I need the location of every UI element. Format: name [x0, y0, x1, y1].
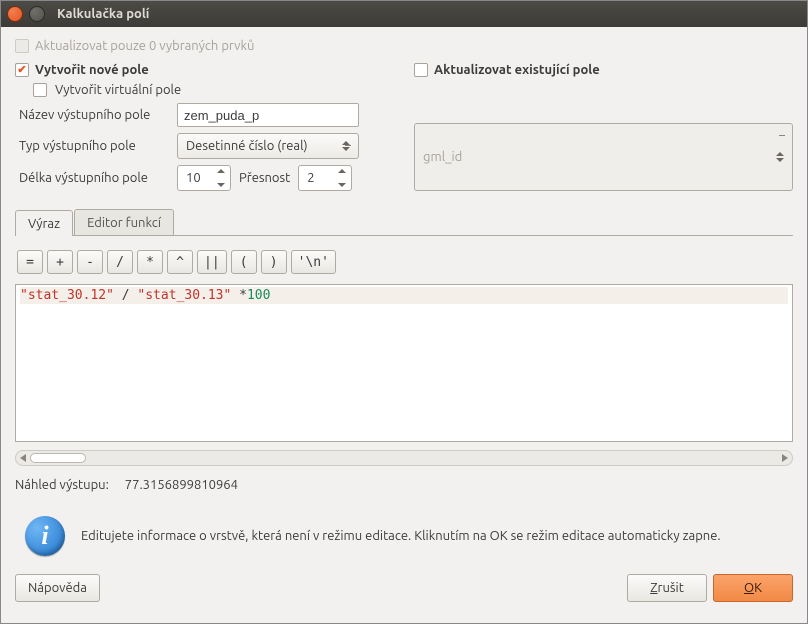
tabbar: Výraz Editor funkcí: [15, 209, 793, 236]
create-field-label: Vytvořit nové pole: [35, 63, 149, 77]
scroll-left-icon[interactable]: [20, 454, 26, 462]
op-lparen[interactable]: (: [231, 250, 257, 274]
update-existing-checkbox[interactable]: [414, 63, 428, 77]
virtual-row[interactable]: Vytvořit virtuální pole: [33, 83, 394, 97]
type-combo[interactable]: Desetinné číslo (real): [177, 133, 359, 159]
precision-value: 2: [307, 171, 314, 185]
info-icon: i: [25, 516, 65, 556]
scroll-right-icon[interactable]: [782, 454, 788, 462]
create-field-checkbox[interactable]: [15, 63, 29, 77]
update-existing-label: Aktualizovat existující pole: [434, 63, 600, 77]
op-newline[interactable]: '\n': [291, 250, 336, 274]
preview-value: 77.3156899810964: [125, 478, 238, 492]
existing-field-combo: gml_id: [414, 123, 793, 191]
content: Aktualizovat pouze 0 vybraných prvků Vyt…: [1, 27, 807, 623]
window-title: Kalkulačka polí: [57, 7, 149, 21]
existing-field-value: gml_id: [423, 150, 462, 164]
precision-spinner-icon: [338, 169, 348, 187]
combo-spinner-icon: [776, 126, 788, 188]
op-mul[interactable]: *: [137, 250, 163, 274]
name-row: Název výstupního pole: [19, 103, 394, 127]
name-input[interactable]: [177, 103, 359, 127]
length-value: 10: [186, 171, 201, 185]
type-value: Desetinné číslo (real): [186, 139, 308, 153]
operator-toolbar: = + - / * ^ || ( ) '\n': [15, 242, 793, 278]
precision-label: Přesnost: [239, 171, 290, 185]
type-label: Typ výstupního pole: [19, 139, 169, 153]
virtual-checkbox[interactable]: [33, 83, 47, 97]
create-column: Vytvořit nové pole Vytvořit virtuální po…: [15, 63, 394, 191]
preview-row: Náhled výstupu: 77.3156899810964: [15, 478, 793, 492]
titlebar: Kalkulačka polí: [1, 1, 807, 27]
expr-num: 100: [247, 288, 270, 303]
op-pow[interactable]: ^: [167, 250, 193, 274]
length-spinbox[interactable]: 10: [177, 165, 231, 191]
op-rparen[interactable]: ): [261, 250, 287, 274]
type-row: Typ výstupního pole Desetinné číslo (rea…: [19, 133, 394, 159]
combo-spinner-icon: [342, 136, 354, 156]
update-selected-row: Aktualizovat pouze 0 vybraných prvků: [15, 39, 793, 53]
minimize-icon[interactable]: [29, 6, 45, 22]
op-eq[interactable]: =: [17, 250, 43, 274]
length-spinner-icon: [217, 169, 227, 187]
precision-spinbox[interactable]: 2: [298, 165, 352, 191]
info-row: i Editujete informace o vrstvě, která ne…: [15, 516, 793, 556]
tab-function-editor[interactable]: Editor funkcí: [74, 209, 174, 235]
op-minus[interactable]: -: [77, 250, 103, 274]
length-label: Délka výstupního pole: [19, 171, 169, 185]
cancel-button[interactable]: Zrušit: [627, 574, 707, 602]
field-columns: Vytvořit nové pole Vytvořit virtuální po…: [15, 63, 793, 191]
update-column: Aktualizovat existující pole gml_id: [414, 63, 793, 191]
ok-button[interactable]: OK: [713, 574, 793, 602]
length-row: Délka výstupního pole 10 Přesnost 2: [19, 165, 394, 191]
close-icon[interactable]: [7, 6, 23, 22]
virtual-label: Vytvořit virtuální pole: [55, 83, 181, 97]
update-selected-label: Aktualizovat pouze 0 vybraných prvků: [35, 39, 254, 53]
op-concat[interactable]: ||: [197, 250, 227, 274]
expr-field1: "stat_30.12": [20, 288, 114, 303]
update-selected-checkbox: [15, 39, 29, 53]
button-bar: Nápověda Zrušit OK: [15, 574, 793, 602]
update-existing-row[interactable]: Aktualizovat existující pole: [414, 63, 793, 77]
info-text: Editujete informace o vrstvě, která není…: [81, 527, 731, 546]
window: Kalkulačka polí Aktualizovat pouze 0 vyb…: [0, 0, 808, 624]
help-button[interactable]: Nápověda: [15, 574, 100, 602]
create-field-row[interactable]: Vytvořit nové pole: [15, 63, 394, 77]
op-plus[interactable]: +: [47, 250, 73, 274]
horizontal-scrollbar[interactable]: [15, 450, 793, 466]
preview-label: Náhled výstupu:: [15, 478, 109, 492]
name-label: Název výstupního pole: [19, 108, 169, 122]
tab-expression[interactable]: Výraz: [15, 210, 73, 236]
scroll-thumb[interactable]: [30, 453, 86, 463]
op-div[interactable]: /: [107, 250, 133, 274]
expr-mul: *: [231, 288, 247, 303]
expression-editor[interactable]: "stat_30.12" / "stat_30.13" *100: [15, 284, 793, 442]
expr-field2: "stat_30.13": [137, 288, 231, 303]
expr-div: /: [114, 288, 137, 303]
